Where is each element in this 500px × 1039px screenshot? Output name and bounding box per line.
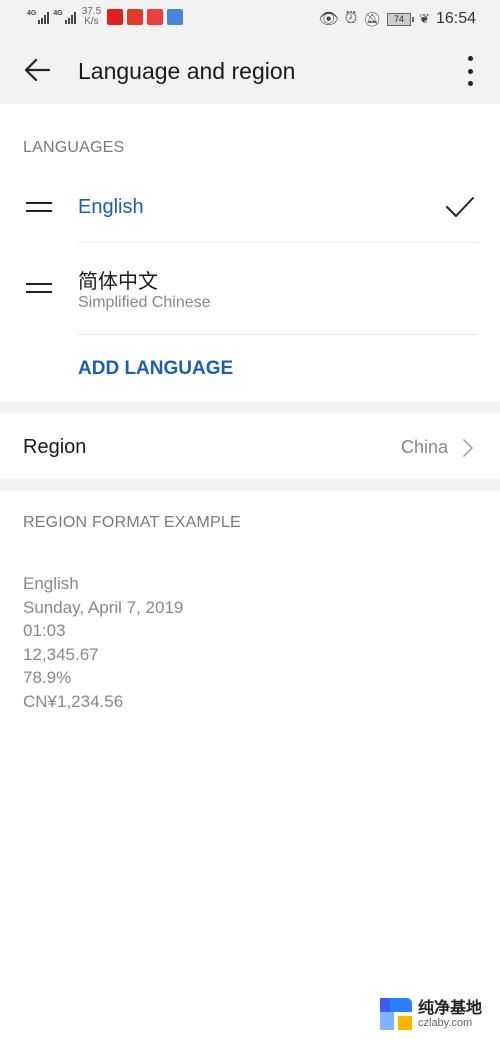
format-percent: 78.9% (23, 668, 72, 687)
divider (78, 242, 478, 243)
page-title: Language and region (78, 58, 296, 84)
alarm-icon: ⏰︎ (344, 10, 358, 27)
eye-comfort-icon: 👁︎ (318, 11, 339, 28)
trend-app-icon (147, 9, 164, 25)
region-value: China (400, 437, 448, 457)
video-app-icon (127, 9, 144, 25)
power-saving-leaf-icon: ❦ (419, 11, 430, 26)
language-label: English (78, 196, 144, 218)
mute-bell-icon: 🔕︎ (363, 10, 382, 27)
battery-icon: 74 (387, 12, 415, 26)
drag-handle-icon[interactable] (26, 202, 52, 212)
network-speed-unit: K/s (84, 16, 99, 27)
watermark: 纯净基地 czlaby.com (380, 998, 482, 1030)
section-gap (0, 401, 500, 413)
signal-strength-icon-2: 4G (53, 10, 76, 24)
add-language-button[interactable]: ADD LANGUAGE (78, 358, 233, 380)
format-number: 12,345.67 (23, 644, 99, 664)
divider (78, 334, 478, 335)
checkmark-icon (446, 197, 474, 217)
watermark-url: czlaby.com (418, 1016, 473, 1029)
stock-app-icon (107, 9, 124, 25)
signal-strength-icon: 4G (27, 10, 50, 24)
region-format-example: English Sunday, April 7, 2019 01:03 12,3… (23, 572, 183, 713)
watermark-logo-icon (380, 998, 412, 1030)
watermark-title: 纯净基地 (418, 999, 483, 1017)
app-bar: Language and region (0, 38, 500, 104)
format-time: 01:03 (23, 621, 66, 640)
format-language: English (23, 574, 79, 593)
section-gap (0, 479, 500, 491)
more-vert-icon[interactable] (460, 56, 480, 86)
region-format-header: REGION FORMAT EXAMPLE (23, 514, 241, 531)
format-date: Sunday, April 7, 2019 (23, 597, 184, 617)
network-type-label: 4G (27, 10, 37, 17)
clock: 16:54 (435, 10, 476, 27)
language-sublabel: Simplified Chinese (78, 294, 211, 311)
status-bar: 4G 4G 37.5 K/s 👁︎ ⏰︎ 🔕︎ 74 ❦ 16:54 (0, 0, 500, 38)
chevron-right-icon (463, 439, 473, 457)
format-currency: CN¥1,234.56 (23, 691, 124, 711)
arrow-left-icon[interactable] (22, 54, 54, 86)
network-type-label-2: 4G (53, 10, 63, 17)
battery-level: 74 (394, 13, 405, 24)
language-label: 简体中文 (78, 271, 158, 293)
languages-section-header: LANGUAGES (23, 139, 125, 156)
network-speed: 37.5 K/s (82, 7, 101, 27)
chart-app-icon (167, 9, 184, 25)
drag-handle-icon[interactable] (26, 283, 52, 293)
region-label: Region (23, 436, 87, 458)
